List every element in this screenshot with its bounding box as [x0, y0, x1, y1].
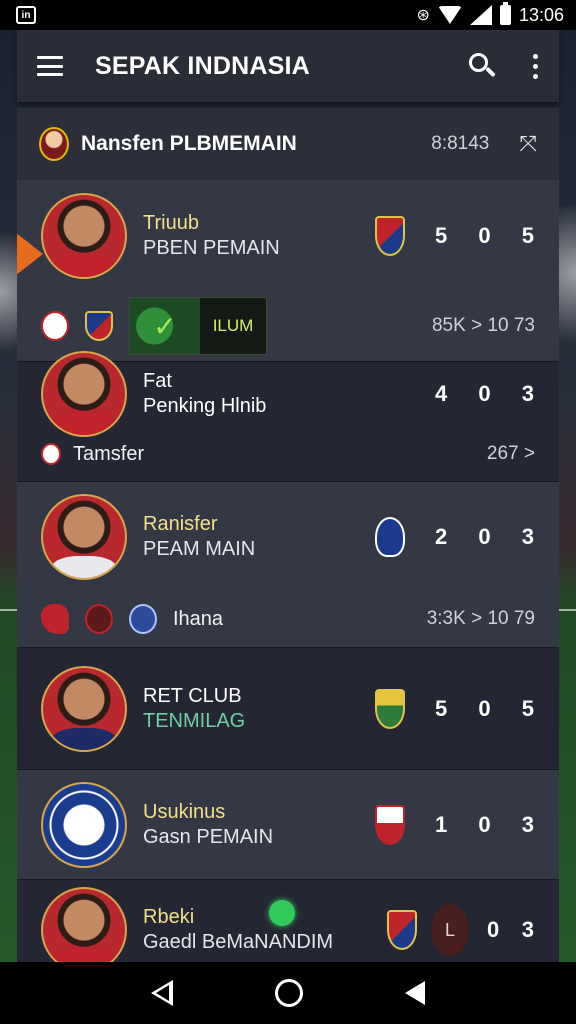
list-item[interactable]: Triuub PBEN PEMAIN 5 0 5 ✓ ILUM 85K > 10…	[17, 180, 559, 362]
row-stat: 85K > 10 73	[431, 315, 535, 337]
battery-icon	[499, 2, 511, 25]
score: 1 0 3	[435, 811, 535, 837]
app-notification-icon: in	[16, 6, 36, 24]
row-label: Ihana	[173, 607, 224, 630]
player-name: Usukinus	[143, 800, 226, 823]
selected-indicator	[17, 232, 43, 276]
player-role: PEAM MAIN	[143, 537, 256, 560]
home-icon[interactable]	[275, 979, 303, 1007]
club-badge-icon	[387, 910, 417, 950]
player-role: Gasn PEMAIN	[143, 825, 274, 848]
highlight-thumbnail: ✓	[130, 298, 200, 355]
player-list: Nansfen PLBMEMAIN 8:8143 ⤧ Triuub PBEN P…	[17, 108, 559, 962]
avatar	[41, 493, 127, 580]
avatar	[41, 887, 127, 962]
score: 0 3	[487, 917, 535, 942]
club-badge-icon	[375, 688, 405, 729]
list-subheader[interactable]: Nansfen PLBMEMAIN 8:8143 ⤧	[17, 108, 559, 180]
list-item[interactable]: Ranisfer PEAM MAIN 2 0 3 Ihana 3:3K > 10…	[17, 482, 559, 648]
status-bar: in ⊛ 13:06	[0, 0, 576, 30]
subheader-time: 8:8143	[431, 133, 490, 154]
club-badge-icon	[375, 804, 405, 845]
system-nav-bar	[0, 962, 576, 1024]
club-badge-icon	[41, 443, 61, 465]
club-badge-icon	[85, 311, 113, 342]
search-icon[interactable]	[467, 51, 497, 81]
player-role: TENMILAG	[143, 709, 246, 732]
online-status-icon	[269, 900, 295, 926]
list-item[interactable]: RET CLUB TENMILAG 5 0 5	[17, 648, 559, 770]
row-stat: 3:3K > 10 79	[426, 608, 535, 630]
row-label: Tamsfer	[73, 442, 145, 465]
list-item[interactable]: Usukinus Gasn PEMAIN 1 0 3	[17, 770, 559, 880]
score: 4 0 3	[435, 381, 535, 406]
player-name: Triuub	[143, 211, 199, 234]
score: 5 0 5	[435, 695, 535, 721]
list-item[interactable]: Rbeki Gaedl BeMaNANDIM L 0 3	[17, 880, 559, 962]
score: 2 0 3	[435, 523, 535, 549]
player-name: Rbeki	[143, 906, 195, 928]
row-stat: 267 >	[486, 443, 535, 464]
player-role: Penking Hlnib	[143, 395, 267, 417]
player-name: Ranisfer	[143, 512, 218, 535]
back-icon[interactable]	[151, 980, 173, 1006]
highlight-label: ILUM	[200, 298, 266, 355]
team-disc-icon: L	[431, 904, 469, 956]
player-name: RET CLUB	[143, 684, 242, 707]
club-badge-icon	[375, 215, 405, 256]
list-item[interactable]: Fat Penking Hlnib 4 0 3 Tamsfer 267 >	[17, 351, 559, 482]
recent-icon[interactable]	[405, 981, 425, 1005]
subheader-title: Nansfen PLBMEMAIN	[81, 132, 297, 155]
club-badge-icon	[85, 604, 113, 635]
wifi-icon	[437, 6, 462, 24]
club-badge-icon	[41, 311, 69, 342]
score: 5 0 5	[435, 222, 535, 248]
status-time: 13:06	[518, 4, 564, 25]
hamburger-menu-icon[interactable]	[37, 56, 63, 76]
club-badge-icon	[129, 604, 157, 635]
more-vertical-icon[interactable]	[531, 53, 539, 79]
club-badge-icon	[375, 516, 405, 557]
player-name: Fat	[143, 370, 172, 392]
avatar	[41, 665, 127, 752]
avatar	[41, 192, 127, 279]
expand-icon[interactable]: ⤧	[519, 131, 537, 157]
app-bar: SEPAK INDNASIA	[17, 30, 559, 102]
avatar	[39, 127, 69, 161]
app-title: SEPAK INDNASIA	[95, 51, 310, 80]
avatar	[41, 351, 127, 437]
glove-icon	[41, 604, 69, 635]
player-role: Gaedl BeMaNANDIM	[143, 931, 334, 953]
club-crest-icon	[41, 781, 127, 868]
location-icon: ⊛	[416, 7, 430, 24]
signal-icon	[469, 5, 492, 25]
highlight-card[interactable]: ✓ ILUM	[129, 297, 267, 356]
player-role: PBEN PEMAIN	[143, 236, 280, 259]
